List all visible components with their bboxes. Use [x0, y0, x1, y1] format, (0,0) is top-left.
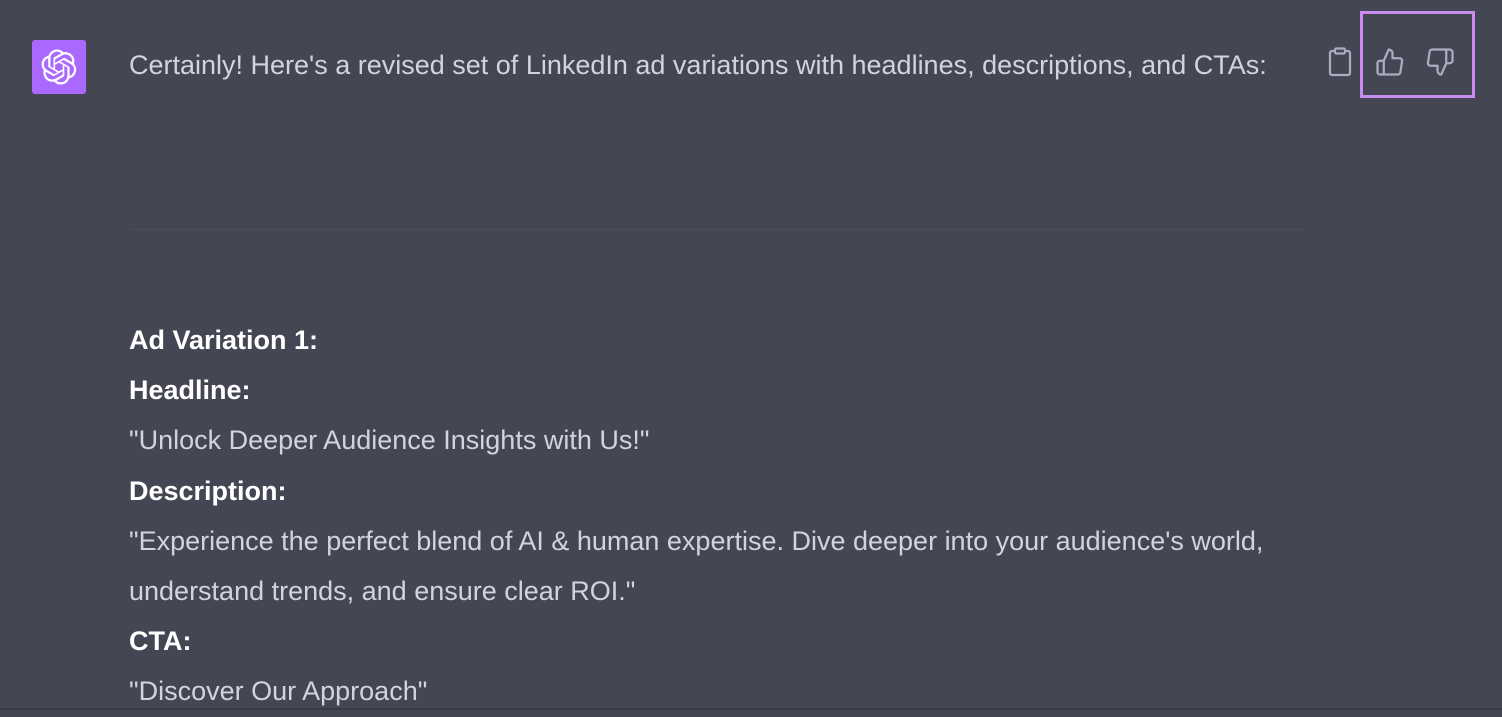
variation-title: Ad Variation 1: — [129, 315, 1289, 365]
description-text: "Experience the perfect blend of AI & hu… — [129, 516, 1289, 616]
feedback-highlight-box — [1360, 11, 1475, 98]
openai-logo-icon — [41, 49, 77, 85]
divider — [129, 229, 1304, 230]
intro-text: Certainly! Here's a revised set of Linke… — [129, 40, 1289, 90]
copy-button[interactable] — [1323, 45, 1357, 79]
message-intro: Certainly! Here's a revised set of Linke… — [129, 40, 1289, 90]
headline-text: "Unlock Deeper Audience Insights with Us… — [129, 415, 1289, 465]
description-label: Description: — [129, 466, 1289, 516]
assistant-avatar — [32, 40, 86, 94]
clipboard-icon — [1327, 47, 1353, 77]
cta-label: CTA: — [129, 616, 1289, 666]
headline-label: Headline: — [129, 365, 1289, 415]
ad-variation-block: Ad Variation 1: Headline: "Unlock Deeper… — [129, 315, 1289, 717]
